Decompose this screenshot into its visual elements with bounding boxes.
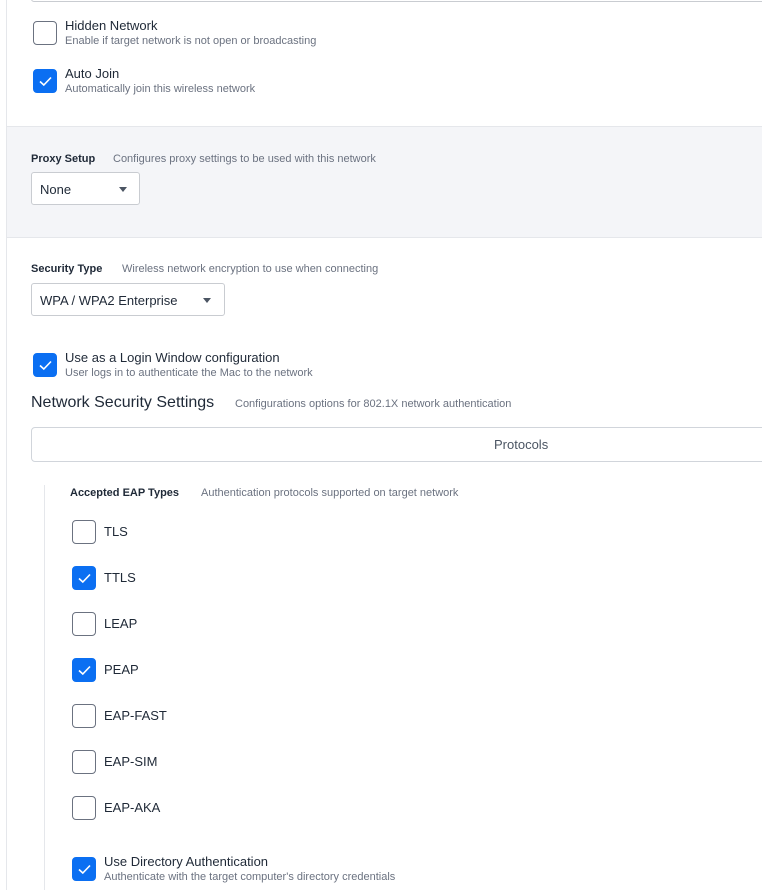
login-window-label: Use as a Login Window configuration (65, 350, 280, 365)
proxy-setup-title: Proxy Setup (31, 153, 96, 165)
auto-join-description: Automatically join this wireless network (65, 83, 256, 95)
security-type-title: Security Type (31, 263, 103, 275)
eap-aka-checkbox[interactable] (72, 796, 96, 820)
login-window-checkbox[interactable] (33, 353, 57, 377)
eap-ttls-checkbox[interactable] (72, 566, 96, 590)
security-type-value: WPA / WPA2 Enterprise (40, 293, 178, 308)
proxy-setup-section: Proxy Setup Configures proxy settings to… (7, 126, 762, 238)
network-security-title: Network Security Settings (31, 394, 215, 411)
eap-sim-checkbox[interactable] (72, 750, 96, 774)
eap-fast-checkbox[interactable] (72, 704, 96, 728)
caret-down-icon (203, 298, 211, 303)
hidden-network-label: Hidden Network (65, 18, 158, 33)
tab-protocols[interactable]: Protocols (494, 437, 548, 452)
checkmark-icon (39, 360, 52, 371)
checkmark-icon (78, 665, 91, 676)
hidden-network-checkbox[interactable] (33, 21, 57, 45)
eap-types-description: Authentication protocols supported on ta… (201, 487, 459, 499)
eap-leap-checkbox[interactable] (72, 612, 96, 636)
proxy-setup-value: None (40, 182, 72, 197)
login-window-description: User logs in to authenticate the Mac to … (65, 367, 313, 379)
protocols-divider (44, 485, 45, 890)
eap-fast-label: EAP-FAST (104, 708, 167, 723)
auto-join-checkbox[interactable] (33, 69, 57, 93)
proxy-setup-select[interactable]: None (31, 172, 140, 205)
eap-peap-label: PEAP (104, 662, 139, 677)
eap-aka-label: EAP-AKA (104, 800, 161, 815)
directory-auth-label: Use Directory Authentication (104, 854, 269, 869)
caret-down-icon (119, 187, 127, 192)
eap-peap-checkbox[interactable] (72, 658, 96, 682)
eap-tls-label: TLS (104, 524, 128, 539)
checkmark-icon (78, 864, 91, 875)
network-name-field[interactable] (31, 0, 762, 2)
auto-join-label: Auto Join (65, 66, 120, 81)
security-type-select[interactable]: WPA / WPA2 Enterprise (31, 283, 225, 316)
checkmark-icon (39, 76, 52, 87)
directory-auth-description: Authenticate with the target computer's … (104, 871, 396, 883)
hidden-network-description: Enable if target network is not open or … (65, 35, 317, 47)
proxy-setup-description: Configures proxy settings to be used wit… (113, 153, 376, 165)
eap-leap-label: LEAP (104, 616, 138, 631)
network-security-description: Configurations options for 802.1X networ… (235, 398, 512, 410)
checkmark-icon (78, 573, 91, 584)
security-type-description: Wireless network encryption to use when … (122, 263, 379, 275)
eap-types-title: Accepted EAP Types (70, 487, 180, 499)
eap-sim-label: EAP-SIM (104, 754, 158, 769)
network-security-tabs: Protocols (31, 427, 762, 462)
directory-auth-checkbox[interactable] (72, 857, 96, 881)
eap-ttls-label: TTLS (104, 570, 136, 585)
eap-tls-checkbox[interactable] (72, 520, 96, 544)
